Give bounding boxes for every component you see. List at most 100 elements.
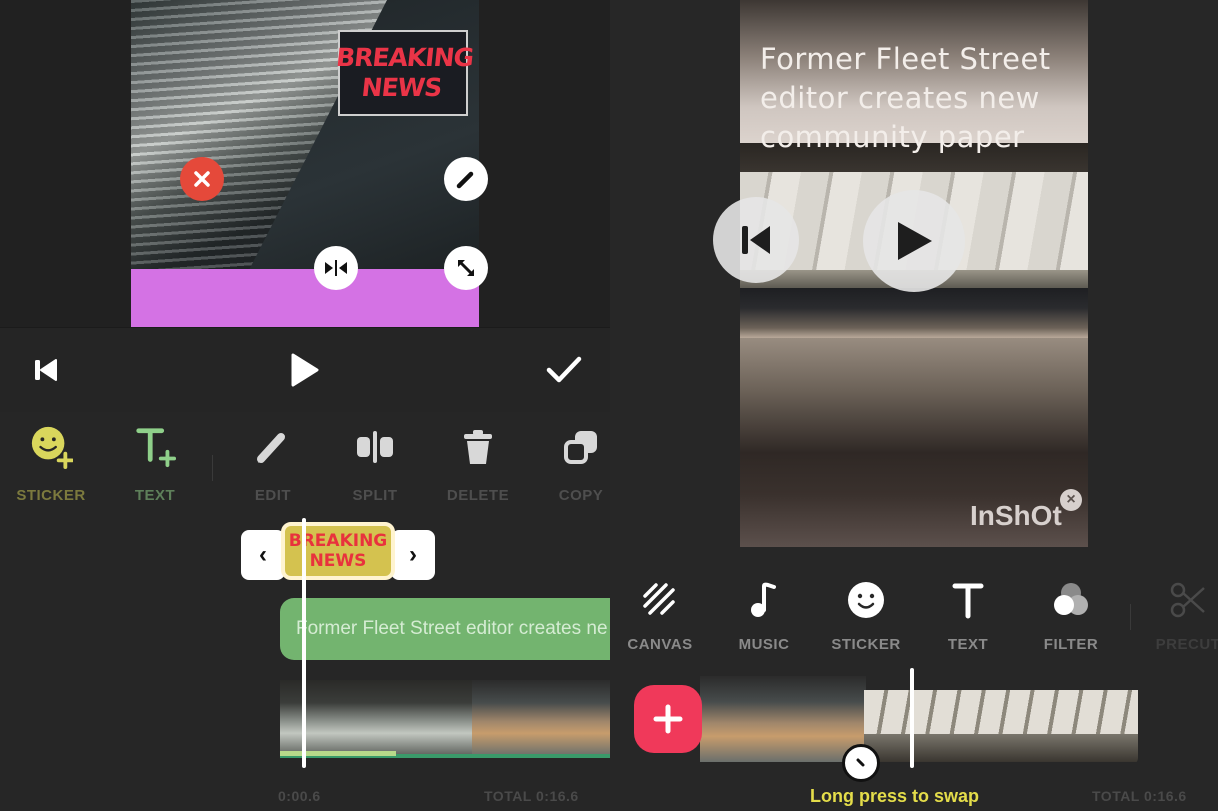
- clip-thumbnail: [700, 676, 794, 762]
- breaking-news-sticker[interactable]: BREAKING NEWS: [335, 30, 475, 116]
- tool-filter-label: FILTER: [1043, 636, 1099, 653]
- background-color-strip: [131, 269, 479, 327]
- copy-icon: [564, 431, 597, 464]
- tool-delete[interactable]: DELETE: [433, 425, 523, 510]
- resize-arrow-icon: [457, 259, 475, 277]
- clip-thumbnail-detail: [864, 734, 1138, 762]
- video-clip-strip[interactable]: [280, 680, 610, 760]
- tool-sticker-label: STICKER: [831, 636, 901, 653]
- tool-filter[interactable]: FILTER: [1021, 578, 1121, 660]
- trim-right-handle[interactable]: ›: [391, 530, 435, 580]
- text-add-icon: [136, 428, 177, 468]
- sticker-clip-line-2: NEWS: [309, 551, 367, 571]
- main-editor-panel: Former Fleet Street editor creates new c…: [610, 0, 1218, 811]
- text-clip[interactable]: Former Fleet Street editor creates ne: [280, 598, 610, 660]
- filter-icon: [1054, 583, 1088, 615]
- text-overlay[interactable]: Former Fleet Street editor creates new c…: [760, 40, 1080, 157]
- toolbar-divider: [1130, 604, 1131, 630]
- confirm-button[interactable]: [542, 348, 586, 392]
- scissors-icon: [1170, 582, 1205, 618]
- pencil-icon: [257, 433, 285, 463]
- swap-hint: Long press to swap: [810, 786, 980, 806]
- timeline-playhead[interactable]: [302, 518, 306, 768]
- trash-icon: [464, 430, 492, 464]
- playback-controls: [0, 328, 610, 412]
- tool-copy-label: COPY: [558, 487, 604, 504]
- music-note-icon: [751, 582, 776, 617]
- play-icon: [291, 353, 319, 387]
- flip-sticker-button[interactable]: [314, 246, 358, 290]
- flip-icon: [325, 260, 347, 276]
- video-segment-dark: [740, 288, 1088, 338]
- transition-icon: [856, 758, 865, 767]
- tool-split[interactable]: SPLIT: [330, 425, 420, 510]
- clip-thumbnail-detail: [864, 690, 1138, 734]
- tool-text[interactable]: TEXT: [918, 578, 1018, 660]
- play-icon: [898, 222, 932, 260]
- text-icon: [952, 583, 984, 619]
- clip-thumbnail: [568, 680, 610, 756]
- total-time: TOTAL 0:16.6: [484, 788, 579, 804]
- close-icon: [194, 171, 210, 187]
- delete-sticker-button[interactable]: [180, 157, 224, 201]
- tool-edit[interactable]: EDIT: [228, 425, 318, 510]
- tool-text-label: TEXT: [947, 636, 989, 653]
- tool-text-label: TEXT: [134, 487, 176, 504]
- rewind-button[interactable]: [713, 197, 799, 283]
- clip-thumbnail: [376, 680, 472, 756]
- pencil-icon: [456, 171, 474, 189]
- checkmark-icon: [546, 356, 582, 383]
- sticker-editor-panel: BREAKING NEWS STICKER TEXT EDIT SPLIT DE…: [0, 0, 610, 811]
- sticker-text: BREAKING NEWS: [335, 32, 475, 114]
- play-button[interactable]: [282, 348, 326, 392]
- plus-icon: [653, 704, 683, 734]
- tool-copy[interactable]: COPY: [536, 425, 610, 510]
- clip-thumbnail: [280, 680, 376, 756]
- tool-canvas[interactable]: CANVAS: [610, 578, 710, 660]
- chevron-right-icon: ›: [409, 541, 417, 568]
- play-button[interactable]: [863, 190, 965, 292]
- current-time: 0:00.6: [278, 788, 321, 804]
- tool-delete-label: DELETE: [446, 487, 510, 504]
- total-time: TOTAL 0:16.6: [1092, 788, 1187, 804]
- canvas-icon: [643, 583, 675, 615]
- tool-precut[interactable]: PRECUT: [1138, 578, 1218, 660]
- sticker-clip[interactable]: BREAKING NEWS: [281, 522, 395, 580]
- rewind-button[interactable]: [24, 348, 68, 392]
- resize-sticker-button[interactable]: [444, 246, 488, 290]
- sticker-line-1: BREAKING: [334, 43, 475, 72]
- video-clip-strip[interactable]: [700, 676, 1138, 764]
- skip-to-start-icon: [35, 359, 57, 381]
- tool-sticker-label: STICKER: [16, 487, 86, 504]
- video-preview-area: BREAKING NEWS: [0, 0, 610, 328]
- tool-precut-label: PRECUT: [1155, 636, 1218, 653]
- inshot-watermark: InShOt: [970, 500, 1062, 531]
- tool-music[interactable]: MUSIC: [714, 578, 814, 660]
- edit-sticker-button[interactable]: [444, 157, 488, 201]
- sticker-add-icon: [31, 426, 73, 469]
- trim-left-handle[interactable]: ‹: [241, 530, 285, 580]
- tool-split-label: SPLIT: [352, 487, 398, 504]
- transition-button[interactable]: [842, 744, 880, 782]
- tool-sticker[interactable]: STICKER: [816, 578, 916, 660]
- tool-sticker[interactable]: STICKER: [6, 425, 96, 510]
- split-icon: [357, 431, 393, 463]
- add-clip-button[interactable]: [634, 685, 702, 753]
- main-toolbar: CANVAS MUSIC STICKER TEXT FILTER PRECUT: [610, 570, 1218, 660]
- sticker-track-indicator: [280, 751, 396, 756]
- timeline-playhead[interactable]: [910, 668, 914, 768]
- tool-text[interactable]: TEXT: [110, 425, 200, 510]
- toolbar-divider: [212, 455, 213, 481]
- smiley-icon: [848, 582, 884, 618]
- clip-thumbnail: [472, 680, 568, 756]
- video-preview-frame: BREAKING NEWS: [131, 0, 479, 327]
- sticker-toolbar: STICKER TEXT EDIT SPLIT DELETE COPY: [0, 415, 610, 510]
- tool-edit-label: EDIT: [254, 487, 292, 504]
- chevron-left-icon: ‹: [259, 541, 267, 568]
- tool-music-label: MUSIC: [738, 636, 790, 653]
- sticker-line-2: NEWS: [360, 73, 443, 102]
- skip-to-start-icon: [742, 226, 770, 254]
- clip-thumbnail: [864, 676, 1138, 762]
- remove-watermark-button[interactable]: ×: [1060, 489, 1082, 511]
- tool-canvas-label: CANVAS: [627, 636, 693, 653]
